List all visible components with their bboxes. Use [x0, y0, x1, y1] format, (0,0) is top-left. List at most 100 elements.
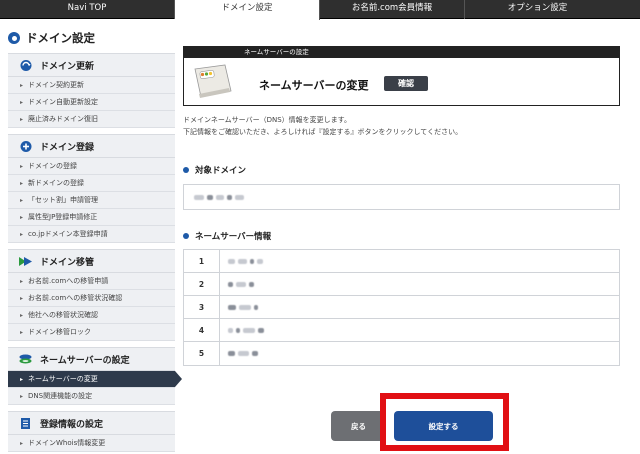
- description: ドメインネームサーバー（DNS）情報を変更します。 下記情報をご確認いただき、よ…: [183, 114, 462, 138]
- top-navigation: Navi TOP ドメイン設定 お名前.com会員情報 オプション設定: [0, 0, 640, 20]
- arrow-right-icon: ▸: [20, 277, 24, 285]
- arrow-right-icon: ▸: [20, 162, 24, 170]
- sidebar-item-label: 「セット割」申請管理: [28, 196, 99, 204]
- sidebar-item-nameserver-change[interactable]: ▸ ネームサーバーの変更: [8, 371, 182, 388]
- sidebar-item-whois-change[interactable]: ▸ ドメインWhois情報変更: [8, 435, 175, 452]
- bullet-icon: [183, 233, 189, 239]
- sidebar-item-label: お名前.comへの移管状況確認: [28, 294, 123, 302]
- table-row: 5: [184, 342, 619, 365]
- sidebar-item-label: ドメイン契約更新: [28, 81, 85, 89]
- arrow-right-icon: ▸: [20, 81, 24, 89]
- redacted-text: [258, 327, 264, 333]
- arrow-right-icon: ▸: [20, 294, 24, 302]
- sidebar-item-label: ネームサーバーの変更: [28, 375, 98, 383]
- sidebar-item-auto-renewal[interactable]: ▸ ドメイン自動更新設定: [8, 94, 175, 111]
- arrow-right-icon: ▸: [20, 375, 24, 383]
- table-row: 1: [184, 250, 619, 273]
- sidebar-item-register-domain[interactable]: ▸ ドメインの登録: [8, 158, 175, 175]
- tab-navi-top[interactable]: Navi TOP: [0, 0, 175, 19]
- sidebar-section-registration-info[interactable]: 登録情報の設定: [8, 411, 175, 435]
- page-title: ドメイン設定: [8, 30, 95, 46]
- target-domain-heading: 対象ドメイン: [183, 164, 246, 176]
- refresh-icon: [18, 59, 33, 72]
- sidebar-item-label: ドメインの登録: [28, 162, 78, 170]
- sidebar-item-transfer-status[interactable]: ▸ お名前.comへの移管状況確認: [8, 290, 175, 307]
- sidebar-item-label: 新ドメインの登録: [28, 179, 85, 187]
- sidebar-section-title: ドメイン移管: [40, 257, 95, 268]
- tab-option-settings[interactable]: オプション設定: [465, 0, 610, 19]
- bullet-icon: [183, 167, 189, 173]
- sidebar-section-title: ドメイン登録: [40, 142, 95, 153]
- sidebar-item-label: お名前.comへの移管申請: [28, 277, 109, 285]
- sidebar-item-label: ドメインWhois情報変更: [28, 439, 106, 447]
- ns-info-label: ネームサーバー情報: [195, 232, 272, 242]
- ns-row-value: [220, 273, 619, 295]
- arrow-right-icon: ▸: [20, 179, 24, 187]
- arrow-right-icon: ▸: [20, 115, 24, 123]
- tab-domain-settings[interactable]: ドメイン設定: [175, 0, 320, 20]
- redacted-text: [228, 351, 235, 356]
- redacted-text: [235, 194, 244, 200]
- sidebar-item-transfer-request[interactable]: ▸ お名前.comへの移管申請: [8, 273, 175, 290]
- redacted-text: [238, 351, 249, 356]
- ns-row-number: 2: [184, 273, 220, 295]
- highlight-box: [380, 393, 509, 451]
- sidebar-item-transfer-out-status[interactable]: ▸ 他社への移管状況確認: [8, 307, 175, 324]
- back-button[interactable]: 戻る: [331, 411, 386, 441]
- sidebar-item-label: ドメイン移管ロック: [28, 328, 92, 336]
- header-title: ネームサーバーの変更: [259, 79, 369, 92]
- sidebar-item-set-discount[interactable]: ▸ 「セット割」申請管理: [8, 192, 175, 209]
- target-domain-label: 対象ドメイン: [195, 166, 247, 176]
- redacted-text: [252, 351, 258, 356]
- sidebar-item-label: ドメイン自動更新設定: [28, 98, 99, 106]
- redacted-text: [207, 194, 213, 200]
- sidebar: ドメイン更新 ▸ ドメイン契約更新 ▸ ドメイン自動更新設定 ▸ 廃止済みドメイン復旧…: [8, 53, 182, 452]
- sidebar-item-label: 他社への移管状況確認: [28, 311, 99, 319]
- redacted-text: [194, 194, 204, 200]
- redacted-text: [254, 304, 258, 310]
- sidebar-section-title: ドメイン更新: [40, 61, 95, 72]
- sidebar-item-dns-settings[interactable]: ▸ DNS関連機能の設定: [8, 388, 175, 405]
- ns-row-number: 4: [184, 319, 220, 341]
- table-row: 4: [184, 319, 619, 342]
- header-bar: ネームサーバーの設定: [184, 47, 619, 58]
- sidebar-section-domain-renewal[interactable]: ドメイン更新: [8, 53, 175, 77]
- arrow-right-icon: ▸: [20, 98, 24, 106]
- target-domain-value: [183, 184, 620, 210]
- sidebar-section-nameserver[interactable]: ネームサーバーの設定: [8, 347, 175, 371]
- sidebar-section-domain-registration[interactable]: ドメイン登録: [8, 134, 175, 158]
- redacted-text: [239, 304, 251, 310]
- sidebar-item-transfer-lock[interactable]: ▸ ドメイン移管ロック: [8, 324, 175, 341]
- redacted-text: [243, 327, 255, 333]
- page-header: ネームサーバーの設定 ネームサーバーの変更 確認: [183, 46, 620, 106]
- plus-icon: [18, 140, 33, 153]
- server-icon: [18, 353, 33, 366]
- nameserver-illustration-icon: [189, 61, 237, 103]
- sidebar-item-cojp-registration[interactable]: ▸ co.jpドメイン本登録申請: [8, 226, 175, 243]
- sidebar-item-register-new-domain[interactable]: ▸ 新ドメインの登録: [8, 175, 175, 192]
- ns-info-heading: ネームサーバー情報: [183, 230, 271, 242]
- redacted-text: [228, 281, 233, 287]
- arrow-right-icon: ▸: [20, 439, 24, 447]
- sidebar-item-label: co.jpドメイン本登録申請: [28, 230, 108, 238]
- redacted-text: [236, 281, 246, 287]
- arrow-right-icon: ▸: [20, 311, 24, 319]
- sidebar-item-domain-restore[interactable]: ▸ 廃止済みドメイン復旧: [8, 111, 175, 128]
- table-row: 2: [184, 273, 619, 296]
- sidebar-item-contract-renewal[interactable]: ▸ ドメイン契約更新: [8, 77, 175, 94]
- sidebar-section-title: 登録情報の設定: [40, 419, 104, 430]
- nameserver-table: 1 2 3 4 5: [183, 249, 620, 366]
- table-row: 3: [184, 296, 619, 319]
- description-line: ドメインネームサーバー（DNS）情報を変更します。: [183, 116, 351, 124]
- sidebar-section-domain-transfer[interactable]: ドメイン移管: [8, 249, 175, 273]
- sidebar-item-jp-attribute[interactable]: ▸ 属性型JP登録申請修正: [8, 209, 175, 226]
- tab-member-info[interactable]: お名前.com会員情報: [320, 0, 465, 19]
- redacted-text: [236, 327, 240, 333]
- ns-row-value: [220, 319, 619, 341]
- arrow-right-icon: ▸: [20, 213, 24, 221]
- sidebar-section-title: ネームサーバーの設定: [40, 355, 130, 366]
- document-icon: [18, 417, 33, 430]
- page-title-text: ドメイン設定: [26, 31, 95, 45]
- redacted-text: [228, 304, 236, 310]
- redacted-text: [228, 327, 233, 333]
